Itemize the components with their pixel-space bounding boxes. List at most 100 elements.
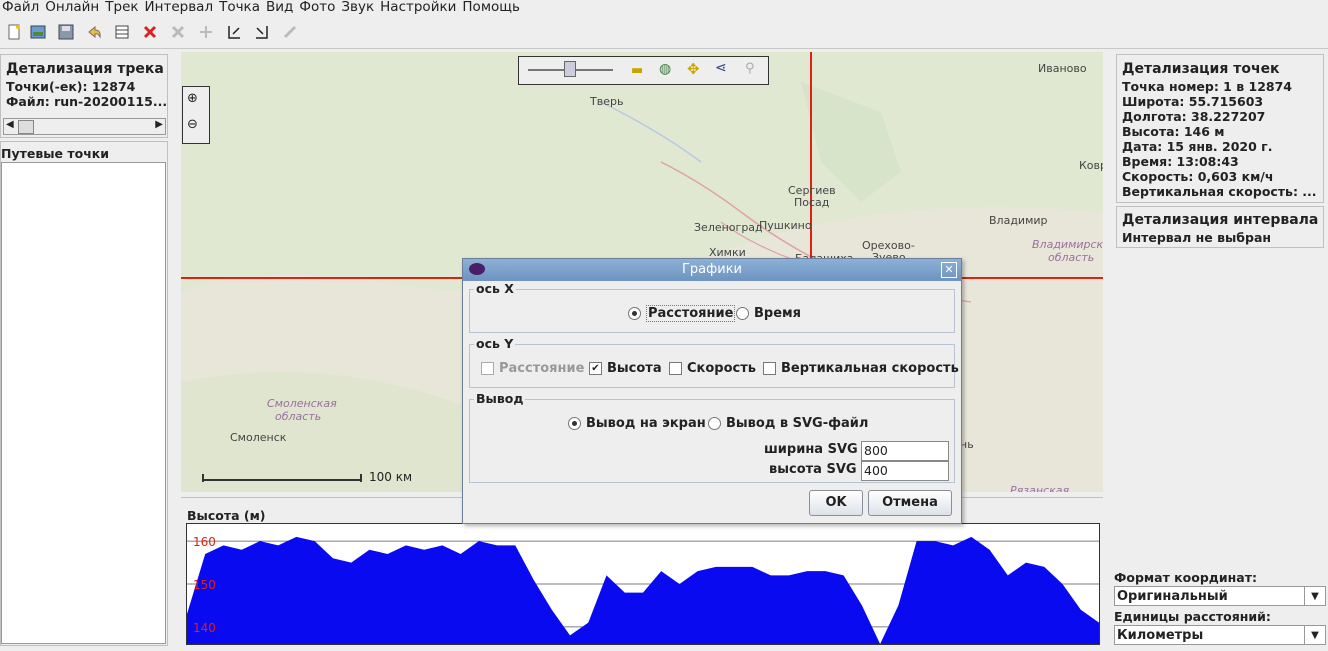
- waypoints-title: Путевые точки: [1, 146, 110, 161]
- pan-icon[interactable]: ✥: [687, 60, 700, 78]
- y-axis-altitude-checkbox[interactable]: ✔ Высота: [589, 361, 662, 376]
- y-axis-group: ось Y Расстояние ✔ Высота Скорость Вертик…: [469, 336, 959, 388]
- zoom-in-icon[interactable]: ⊕: [187, 91, 198, 106]
- track-file: Файл: run-20200115...: [6, 94, 168, 109]
- map-label-ivanovo: Иваново: [1038, 62, 1087, 75]
- map-scale-label: 100 км: [369, 470, 413, 484]
- merge-icon[interactable]: [194, 20, 218, 44]
- menu-online[interactable]: Онлайн: [43, 0, 103, 16]
- right-panel: Детализация точек Точка номер: 1 в 12874…: [1114, 52, 1328, 651]
- menu-point[interactable]: Точка: [217, 0, 264, 16]
- charts-dialog: Графики ✕ ось X Расстояние Время ось Y Р…: [462, 258, 962, 524]
- set-start-icon[interactable]: [222, 20, 246, 44]
- menu-file[interactable]: Файл: [0, 0, 43, 16]
- output-screen-radio[interactable]: Вывод на экран: [568, 416, 706, 431]
- map-label-tver: Тверь: [590, 95, 624, 108]
- point-number: Точка номер: 1 в 12874: [1122, 79, 1292, 94]
- y-axis-distance-checkbox: Расстояние: [481, 361, 584, 376]
- track-scrollbar[interactable]: ◀ ▶: [3, 118, 166, 135]
- output-legend: Вывод: [474, 391, 526, 406]
- x-axis-time-radio[interactable]: Время: [736, 306, 801, 321]
- coord-format-select[interactable]: Оригинальный ▼: [1114, 586, 1326, 606]
- map-region-smolensk: Смоленская: [267, 397, 337, 410]
- x-axis-distance-radio[interactable]: Расстояние: [628, 305, 736, 322]
- map-region-ryazan: Рязанская: [1010, 484, 1070, 492]
- map-region-smolensk-oblast: область: [275, 410, 322, 423]
- point-latitude: Широта: 55.715603: [1122, 94, 1264, 109]
- coord-format-label: Формат координат:: [1114, 570, 1257, 585]
- map-label-kovrov: Ковр: [1079, 159, 1103, 172]
- connect-points-icon[interactable]: ⋖: [715, 60, 727, 76]
- point-vertical-speed: Вертикальная скорость: ...: [1122, 184, 1317, 199]
- map-region-vladimir: Владимирская: [1032, 238, 1103, 251]
- compress-icon[interactable]: [278, 20, 302, 44]
- x-axis-group: ось X Расстояние Время: [469, 281, 955, 333]
- waypoints-list[interactable]: [1, 162, 166, 644]
- menu-interval[interactable]: Интервал: [143, 0, 218, 16]
- map-toolbar: ▬ ◍ ✥ ⋖ ⚲: [518, 56, 769, 85]
- close-icon[interactable]: ✕: [941, 262, 957, 278]
- cancel-button[interactable]: Отмена: [868, 490, 952, 516]
- menu-sound[interactable]: Звук: [339, 0, 378, 16]
- point-details-panel: Детализация точек Точка номер: 1 в 12874…: [1116, 54, 1324, 203]
- cut-icon[interactable]: [166, 20, 190, 44]
- scroll-left-icon[interactable]: ◀: [6, 119, 14, 130]
- map-label-partial: нь: [960, 438, 974, 451]
- set-end-icon[interactable]: [250, 20, 274, 44]
- map-label-vladimir: Владимир: [989, 214, 1048, 227]
- new-file-icon[interactable]: [2, 20, 26, 44]
- map-region-vladimir-oblast: область: [1048, 251, 1095, 264]
- point-details-lines: Точка номер: 1 в 12874 Широта: 55.715603…: [1122, 79, 1317, 199]
- left-panel: Детализация трека Точки(-ек): 12874 Файл…: [0, 52, 170, 647]
- interval-details-panel: Детализация интервала Интервал не выбран: [1116, 206, 1324, 248]
- open-photo-icon[interactable]: [26, 20, 50, 44]
- waypoint-icon[interactable]: ⚲: [745, 61, 755, 76]
- table-icon[interactable]: [110, 20, 134, 44]
- chevron-down-icon[interactable]: ▼: [1304, 587, 1325, 605]
- undo-icon[interactable]: [82, 20, 106, 44]
- map-label-smolensk: Смоленск: [230, 431, 287, 444]
- svg-width-input[interactable]: 800: [861, 441, 949, 461]
- track-details-panel: Детализация трека Точки(-ек): 12874 Файл…: [0, 54, 168, 138]
- distance-units-select[interactable]: Километры ▼: [1114, 625, 1326, 645]
- output-svg-radio[interactable]: Вывод в SVG-файл: [708, 416, 868, 431]
- menu-settings[interactable]: Настройки: [378, 0, 460, 16]
- map-label-pushkino: Пушкино: [759, 219, 812, 232]
- point-time: Время: 13:08:43: [1122, 154, 1239, 169]
- app-logo-icon: [469, 263, 485, 275]
- altitude-series: [187, 536, 1099, 644]
- map-label-posad: Посад: [794, 196, 830, 209]
- scroll-thumb[interactable]: [18, 120, 34, 134]
- globe-icon[interactable]: ◍: [659, 61, 671, 77]
- delete-icon[interactable]: [138, 20, 162, 44]
- x-axis-legend: ось X: [474, 281, 516, 296]
- menu-view[interactable]: Вид: [264, 0, 297, 16]
- coord-format-value: Оригинальный: [1117, 589, 1228, 604]
- ok-button[interactable]: OK: [809, 490, 863, 516]
- toolbar: [0, 18, 1328, 49]
- y-axis-speed-checkbox[interactable]: Скорость: [669, 361, 756, 376]
- interval-details-text: Интервал не выбран: [1122, 230, 1272, 245]
- save-icon[interactable]: [54, 20, 78, 44]
- distance-units-value: Километры: [1117, 628, 1204, 643]
- map-label-zelenograd: Зеленоград: [694, 221, 763, 234]
- point-details-title: Детализация точек: [1122, 61, 1280, 77]
- point-speed: Скорость: 0,603 км/ч: [1122, 169, 1274, 184]
- zoom-out-icon[interactable]: ⊖: [187, 117, 198, 132]
- menu-help[interactable]: Помощь: [460, 0, 524, 16]
- menu-track[interactable]: Трек: [103, 0, 142, 16]
- y-axis-vspeed-checkbox[interactable]: Вертикальная скорость: [763, 361, 959, 376]
- dialog-titlebar: Графики ✕: [463, 259, 961, 281]
- ruler-icon[interactable]: ▬: [631, 63, 643, 78]
- distance-units-label: Единицы расстояний:: [1114, 609, 1271, 624]
- svg-height-input[interactable]: 400: [861, 461, 949, 481]
- svg-height-label: высота SVG: [769, 462, 857, 477]
- chevron-down-icon[interactable]: ▼: [1304, 626, 1325, 644]
- chart-title: Высота (м): [187, 508, 266, 523]
- track-details-title: Детализация трека: [6, 61, 164, 77]
- menu-photo[interactable]: Фото: [297, 0, 339, 16]
- scroll-right-icon[interactable]: ▶: [155, 119, 163, 130]
- point-altitude: Высота: 146 м: [1122, 124, 1225, 139]
- transparency-slider-thumb[interactable]: [564, 61, 576, 77]
- zoom-control: ⊕ ⊖: [182, 86, 210, 144]
